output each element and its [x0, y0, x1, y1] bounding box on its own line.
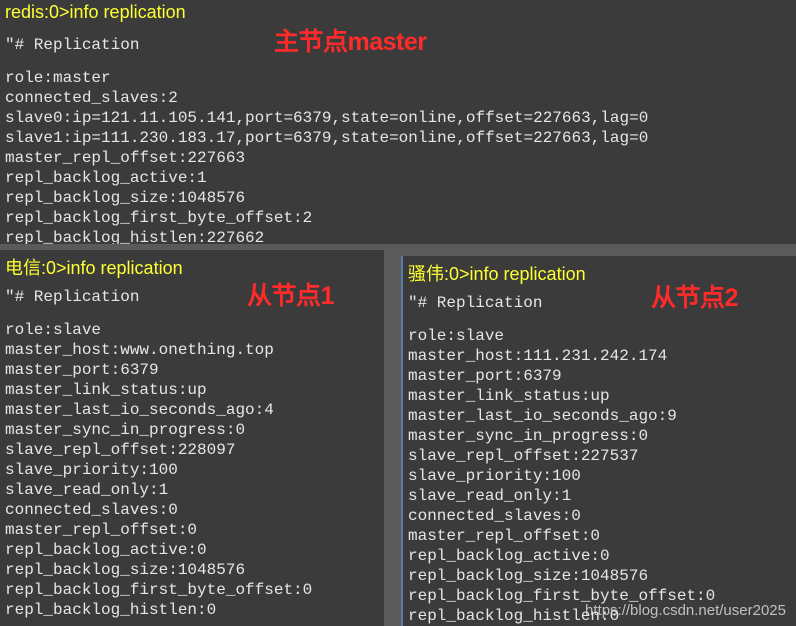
output-line: master_link_status:up [5, 381, 207, 399]
output-line: connected_slaves:0 [408, 507, 581, 525]
output-line: master_host:www.onething.top [5, 341, 274, 359]
output-line: slave_read_only:1 [408, 487, 572, 505]
slave1-output-lines: role:slave master_host:www.onething.top … [5, 320, 312, 620]
output-line: role:slave [408, 327, 505, 345]
master-console-pane[interactable]: redis:0>info replication 主节点master "# Re… [0, 0, 796, 244]
output-line: repl_backlog_active:1 [5, 169, 207, 187]
output-line: slave_priority:100 [5, 461, 178, 479]
slave2-output-lines: role:slave master_host:111.231.242.174 m… [408, 326, 715, 626]
output-line: slave0:ip=121.11.105.141,port=6379,state… [5, 109, 649, 127]
master-section-header: "# Replication [5, 36, 140, 54]
output-line: slave_repl_offset:227537 [408, 447, 639, 465]
output-line: repl_backlog_size:1048576 [5, 561, 246, 579]
output-line: master_link_status:up [408, 387, 610, 405]
output-line: slave1:ip=111.230.183.17,port=6379,state… [5, 129, 649, 147]
output-line: master_port:6379 [5, 361, 159, 379]
slave2-console-pane[interactable]: 骚伟:0>info replication 从节点2 "# Replicatio… [401, 256, 796, 626]
output-line: master_last_io_seconds_ago:9 [408, 407, 677, 425]
slave2-node-tag: 从节点2 [651, 284, 738, 312]
output-line: repl_backlog_first_byte_offset:0 [5, 581, 313, 599]
output-line: master_repl_offset:0 [408, 527, 601, 545]
output-line: slave_priority:100 [408, 467, 581, 485]
master-output-lines: role:master connected_slaves:2 slave0:ip… [5, 68, 648, 244]
output-line: master_repl_offset:227663 [5, 149, 246, 167]
output-line: connected_slaves:2 [5, 89, 178, 107]
output-line: master_host:111.231.242.174 [408, 347, 668, 365]
master-node-tag: 主节点master [274, 28, 427, 56]
output-line: master_repl_offset:0 [5, 521, 198, 539]
output-line: repl_backlog_active:0 [408, 547, 610, 565]
output-line: repl_backlog_histlen:227662 [5, 229, 265, 244]
watermark-text: https://blog.csdn.net/user2025 [585, 602, 786, 619]
output-line: repl_backlog_first_byte_offset:2 [5, 209, 313, 227]
output-line: repl_backlog_active:0 [5, 541, 207, 559]
output-line: repl_backlog_histlen:0 [5, 601, 217, 619]
output-line: master_sync_in_progress:0 [5, 421, 246, 439]
output-line: repl_backlog_size:1048576 [408, 567, 649, 585]
slave1-command-line: 电信:0>info replication [5, 258, 183, 278]
output-line: role:master [5, 69, 111, 87]
output-line: master_sync_in_progress:0 [408, 427, 649, 445]
slave1-node-tag: 从节点1 [247, 282, 334, 310]
master-command-line: redis:0>info replication [5, 2, 186, 22]
slave1-console-pane[interactable]: 电信:0>info replication 从节点1 "# Replicatio… [0, 250, 384, 626]
output-line: master_last_io_seconds_ago:4 [5, 401, 274, 419]
slave2-section-header: "# Replication [408, 294, 543, 312]
output-line: slave_repl_offset:228097 [5, 441, 236, 459]
output-line: role:slave [5, 321, 102, 339]
output-line: repl_backlog_size:1048576 [5, 189, 246, 207]
output-line: connected_slaves:0 [5, 501, 178, 519]
slave1-section-header: "# Replication [5, 288, 140, 306]
output-line: master_port:6379 [408, 367, 562, 385]
output-line: slave_read_only:1 [5, 481, 169, 499]
slave2-command-line: 骚伟:0>info replication [408, 264, 586, 284]
